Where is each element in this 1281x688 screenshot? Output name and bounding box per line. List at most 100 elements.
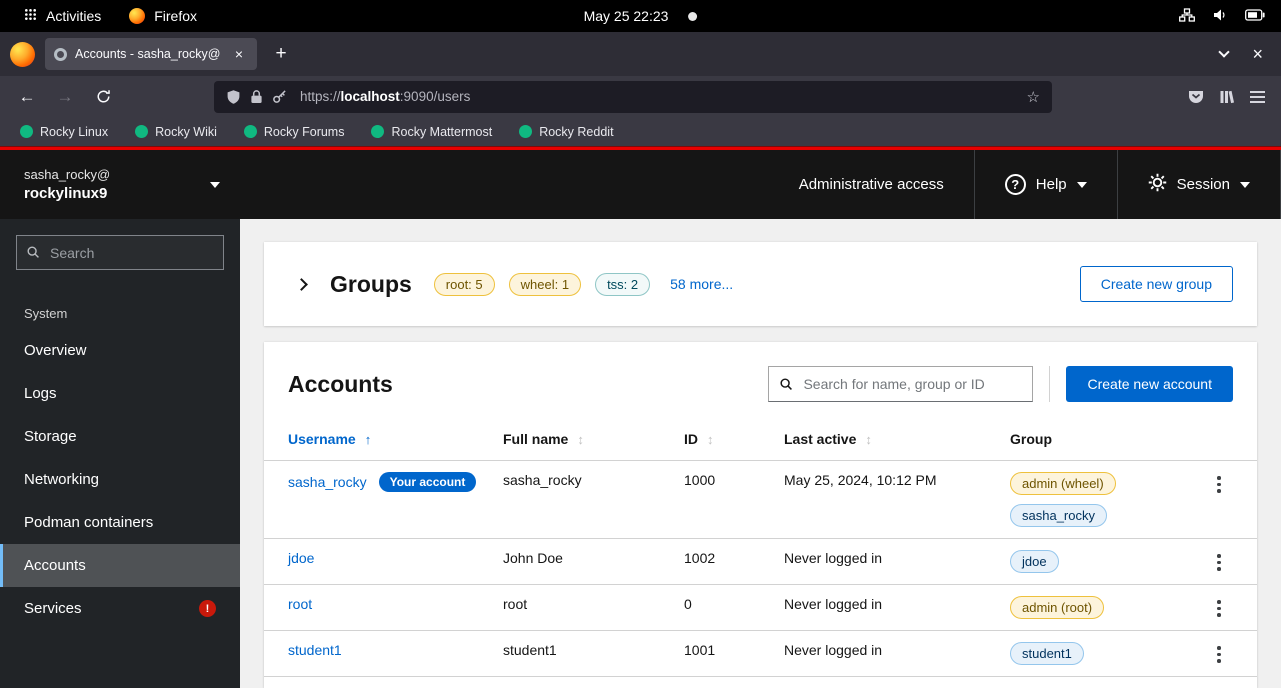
firefox-toolbar: ← → https:// localhost :9090/users ☆ xyxy=(0,76,1281,117)
bookmark-label: Rocky Mattermost xyxy=(391,125,492,139)
rocky-favicon-icon xyxy=(371,125,384,138)
browser-tab[interactable]: Accounts - sasha_rocky@ × xyxy=(45,38,257,70)
gnome-top-bar: Activities Firefox May 25 22:23 xyxy=(0,0,1281,32)
chevron-down-icon xyxy=(1240,182,1250,188)
window-close-icon[interactable]: × xyxy=(1252,45,1263,63)
username-link[interactable]: root xyxy=(288,596,312,612)
kebab-menu-icon[interactable] xyxy=(1210,642,1228,663)
sidebar-item-logs[interactable]: Logs xyxy=(0,372,240,415)
table-header-row: Username↑ Full name↕ ID↕ Last active↕ Gr… xyxy=(264,423,1257,461)
session-menu[interactable]: Session xyxy=(1117,150,1281,219)
firefox-tab-bar: Accounts - sasha_rocky@ × + × xyxy=(0,32,1281,76)
column-header-last-active[interactable]: Last active↕ xyxy=(784,423,1010,461)
bookmark-label: Rocky Wiki xyxy=(155,125,217,139)
kebab-menu-icon[interactable] xyxy=(1210,596,1228,617)
forward-button[interactable]: → xyxy=(50,82,80,112)
accounts-table: Username↑ Full name↕ ID↕ Last active↕ Gr… xyxy=(264,423,1257,677)
accounts-search-input[interactable] xyxy=(768,366,1033,402)
new-tab-button[interactable]: + xyxy=(267,40,295,68)
column-header-group: Group xyxy=(1010,423,1208,461)
groups-title: Groups xyxy=(330,271,412,298)
bookmark-rocky-reddit[interactable]: Rocky Reddit xyxy=(519,125,613,139)
recording-indicator-icon xyxy=(688,12,697,21)
network-icon xyxy=(1179,8,1195,25)
sidebar-item-overview[interactable]: Overview xyxy=(0,329,240,372)
sidebar-item-label: Accounts xyxy=(24,557,86,574)
groups-more-link[interactable]: 58 more... xyxy=(670,276,733,292)
create-new-group-button[interactable]: Create new group xyxy=(1080,266,1233,302)
sidebar-item-label: Logs xyxy=(24,385,57,402)
rocky-favicon-icon xyxy=(135,125,148,138)
column-header-id[interactable]: ID↕ xyxy=(684,423,784,461)
full-name-cell: root xyxy=(503,585,684,631)
volume-icon xyxy=(1212,8,1228,25)
tab-close-icon[interactable]: × xyxy=(230,45,248,63)
help-menu[interactable]: ? Help xyxy=(974,150,1117,219)
sidebar-section-system: System xyxy=(0,286,240,329)
key-icon[interactable] xyxy=(272,89,287,104)
tracking-shield-icon[interactable] xyxy=(226,89,241,105)
group-chip: sasha_rocky xyxy=(1010,504,1107,527)
username-link[interactable]: jdoe xyxy=(288,550,314,566)
divider xyxy=(1049,366,1050,402)
sort-icon: ↕ xyxy=(865,432,872,447)
sidebar-item-accounts[interactable]: Accounts xyxy=(0,544,240,587)
url-scheme: https:// xyxy=(300,89,341,104)
create-new-account-button[interactable]: Create new account xyxy=(1066,366,1233,402)
masthead-host: rockylinux9 xyxy=(24,185,210,202)
gear-icon xyxy=(1148,173,1167,196)
rocky-favicon-icon xyxy=(519,125,532,138)
groups-card: Groups root: 5 wheel: 1 tss: 2 58 more..… xyxy=(264,242,1257,326)
pocket-icon[interactable] xyxy=(1188,89,1204,105)
group-chip: admin (root) xyxy=(1010,596,1104,619)
host-switcher[interactable]: sasha_rocky@ rockylinux9 xyxy=(0,150,240,219)
table-row: sasha_rockyYour account sasha_rocky 1000… xyxy=(264,461,1257,539)
list-tabs-chevron-icon[interactable] xyxy=(1219,46,1230,57)
lock-icon[interactable] xyxy=(250,89,263,104)
sidebar-item-storage[interactable]: Storage xyxy=(0,415,240,458)
column-header-username[interactable]: Username↑ xyxy=(264,423,503,461)
bookmark-rocky-linux[interactable]: Rocky Linux xyxy=(20,125,108,139)
sidebar-item-networking[interactable]: Networking xyxy=(0,458,240,501)
sidebar-item-services[interactable]: Services ! xyxy=(0,587,240,630)
groups-expand-button[interactable] xyxy=(288,271,314,297)
menu-icon[interactable] xyxy=(1250,91,1265,103)
sort-icon: ↕ xyxy=(577,432,584,447)
bookmark-rocky-mattermost[interactable]: Rocky Mattermost xyxy=(371,125,492,139)
column-header-actions xyxy=(1208,423,1257,461)
bookmark-rocky-forums[interactable]: Rocky Forums xyxy=(244,125,345,139)
current-app-menu[interactable]: Firefox xyxy=(129,8,197,24)
bookmark-star-icon[interactable]: ☆ xyxy=(1027,88,1040,106)
system-status-area[interactable] xyxy=(1179,8,1281,25)
sidebar-item-podman-containers[interactable]: Podman containers xyxy=(0,501,240,544)
administrative-access-button[interactable]: Administrative access xyxy=(769,150,974,219)
sidebar-item-label: Podman containers xyxy=(24,514,153,531)
kebab-menu-icon[interactable] xyxy=(1210,550,1228,571)
library-icon[interactable] xyxy=(1219,89,1235,105)
services-alert-icon: ! xyxy=(199,600,216,617)
last-active-cell: Never logged in xyxy=(784,539,1010,585)
full-name-cell: student1 xyxy=(503,631,684,677)
tab-favicon xyxy=(54,48,67,61)
last-active-cell: Never logged in xyxy=(784,585,1010,631)
chevron-right-icon xyxy=(295,278,308,291)
sidebar-search-input[interactable] xyxy=(16,235,224,270)
url-bar[interactable]: https:// localhost :9090/users ☆ xyxy=(214,81,1052,113)
table-row: jdoe John Doe 1002 Never logged in jdoe xyxy=(264,539,1257,585)
kebab-menu-icon[interactable] xyxy=(1210,472,1228,493)
sidebar-item-label: Services xyxy=(24,600,82,617)
username-link[interactable]: student1 xyxy=(288,642,342,658)
id-cell: 1002 xyxy=(684,539,784,585)
screen: Activities Firefox May 25 22:23 xyxy=(0,0,1281,688)
clock[interactable]: May 25 22:23 xyxy=(584,8,669,24)
activities-button[interactable]: Activities xyxy=(24,8,101,24)
id-cell: 1001 xyxy=(684,631,784,677)
firefox-logo-icon[interactable] xyxy=(10,42,35,67)
url-path: :9090/users xyxy=(400,89,471,104)
column-header-full-name[interactable]: Full name↕ xyxy=(503,423,684,461)
back-button[interactable]: ← xyxy=(12,82,42,112)
username-link[interactable]: sasha_rocky xyxy=(288,474,367,490)
activities-icon xyxy=(24,8,37,24)
reload-button[interactable] xyxy=(88,82,118,112)
bookmark-rocky-wiki[interactable]: Rocky Wiki xyxy=(135,125,217,139)
